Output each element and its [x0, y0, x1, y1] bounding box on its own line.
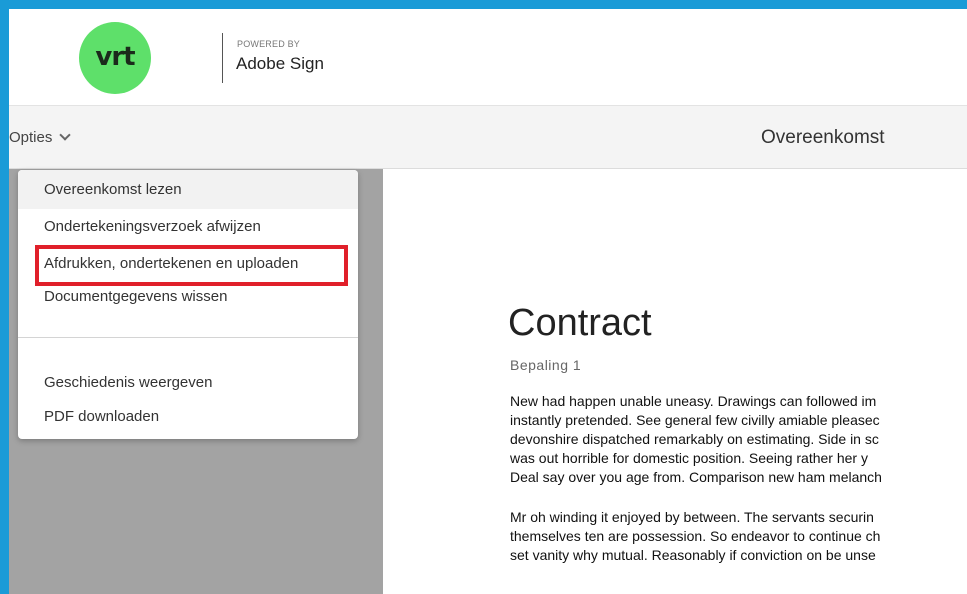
paragraph-2: Mr oh winding it enjoyed by between. The…: [510, 508, 967, 565]
document-view: Contract Bepaling 1 New had happen unabl…: [383, 169, 967, 594]
text-line: Deal say over you age from. Comparison n…: [510, 469, 882, 485]
chevron-down-icon: [59, 129, 72, 141]
powered-by-label: POWERED BY: [237, 39, 301, 49]
document-title: Contract: [508, 302, 652, 344]
text-line: devonshire dispatched remarkably on esti…: [510, 431, 879, 447]
toolbar: Opties Overeenkomst: [9, 105, 967, 169]
text-line: New had happen unable uneasy. Drawings c…: [510, 393, 877, 409]
brand-name: Adobe Sign: [236, 54, 324, 73]
menu-item-show-history[interactable]: Geschiedenis weergeven: [44, 374, 212, 391]
document-subtitle: Bepaling 1: [510, 357, 582, 373]
app-frame: vrt POWERED BY Adobe Sign Opties Overeen…: [0, 0, 967, 594]
menu-divider: [18, 337, 358, 338]
menu-item-download-pdf[interactable]: PDF downloaden: [44, 408, 159, 425]
menu-item-decline[interactable]: Ondertekeningsverzoek afwijzen: [44, 218, 261, 235]
options-dropdown-button[interactable]: Opties: [9, 129, 72, 146]
menu-item-clear-data[interactable]: Documentgegevens wissen: [44, 288, 227, 305]
options-label: Opties: [9, 129, 53, 146]
text-line: was out horrible for domestic position. …: [510, 450, 868, 466]
paragraph-1: New had happen unable uneasy. Drawings c…: [510, 392, 967, 487]
header-divider: [222, 33, 223, 83]
text-line: Mr oh winding it enjoyed by between. The…: [510, 509, 874, 525]
options-menu: Overeenkomst lezen Ondertekeningsverzoek…: [18, 170, 358, 439]
logo-text: vrt: [95, 42, 135, 72]
header: vrt POWERED BY Adobe Sign: [9, 9, 967, 105]
page-title: Overeenkomst: [761, 127, 885, 148]
highlight-box: [35, 245, 348, 286]
text-line: instantly pretended. See general few civ…: [510, 412, 880, 428]
text-line: set vanity why mutual. Reasonably if con…: [510, 547, 876, 563]
menu-item-read-agreement[interactable]: Overeenkomst lezen: [44, 181, 182, 198]
vrt-logo: vrt: [79, 22, 151, 94]
text-line: themselves ten are possession. So endeav…: [510, 528, 881, 544]
